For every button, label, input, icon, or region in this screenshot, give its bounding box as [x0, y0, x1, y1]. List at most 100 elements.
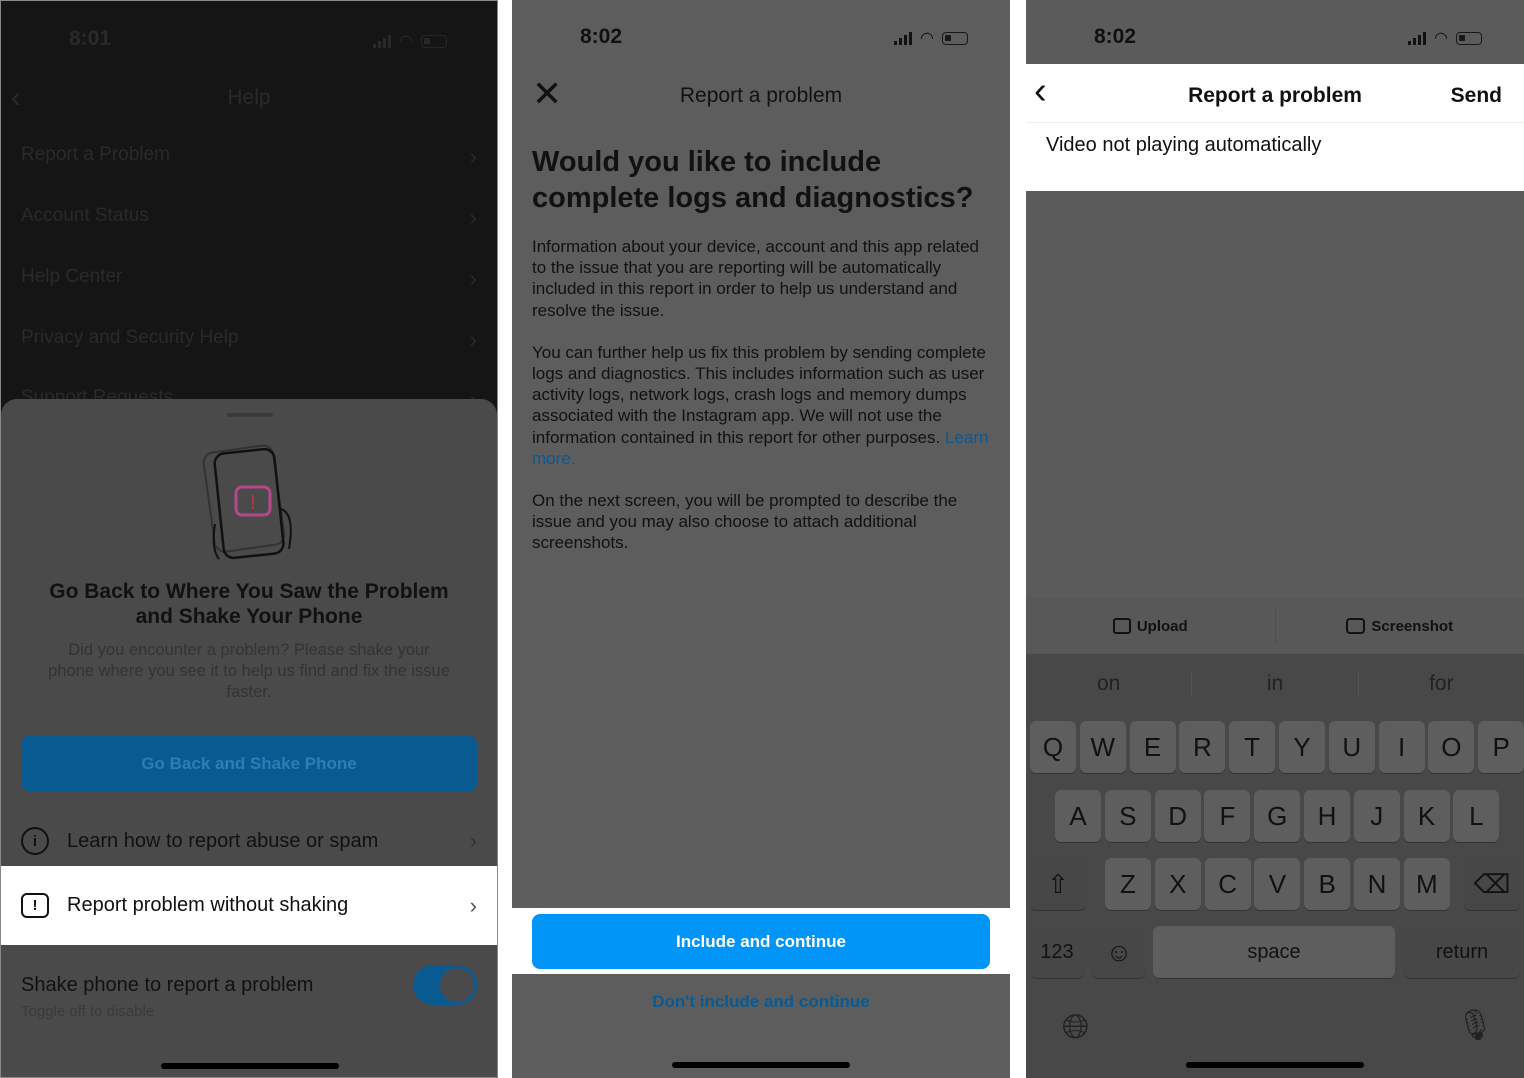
suggestion[interactable]: for — [1359, 672, 1524, 696]
signal-icon — [373, 34, 392, 48]
key-a[interactable]: A — [1055, 790, 1101, 842]
bottom-sheet: ! Go Back to Where You Saw the Problem a… — [1, 399, 497, 1077]
chevron-right-icon: › — [469, 828, 477, 853]
svg-text:!: ! — [250, 492, 256, 514]
home-indicator — [1186, 1062, 1364, 1068]
report-without-shaking-row[interactable]: ! Report problem without shaking › — [1, 866, 497, 945]
key-c[interactable]: C — [1204, 858, 1251, 910]
key-d[interactable]: D — [1154, 790, 1201, 842]
key-v[interactable]: V — [1254, 858, 1301, 910]
dont-include-button[interactable]: Don't include and continue — [512, 992, 1010, 1012]
image-icon — [1112, 618, 1131, 634]
key-w[interactable]: W — [1079, 721, 1126, 773]
chevron-right-icon: › — [469, 266, 477, 291]
delete-key[interactable]: ⌫ — [1464, 858, 1520, 910]
learn-abuse-row[interactable]: i Learn how to report abuse or spam › — [21, 827, 477, 855]
wifi-icon: ◠ — [399, 33, 413, 50]
primary-button-area: Include and continue — [512, 908, 1010, 974]
key-l[interactable]: L — [1453, 790, 1500, 842]
key-y[interactable]: Y — [1279, 721, 1325, 773]
logs-screen: 8:02 ◠ ✕ Report a problem Would you like… — [512, 0, 1010, 1078]
go-back-shake-button[interactable]: Go Back and Shake Phone — [21, 736, 477, 791]
info-icon: i — [21, 827, 49, 855]
status-icons: ◠ — [894, 28, 968, 48]
chevron-right-icon: › — [469, 327, 477, 352]
wifi-icon: ◠ — [920, 30, 934, 47]
divider — [1026, 122, 1524, 123]
send-button[interactable]: Send — [1451, 84, 1502, 108]
signal-icon — [1408, 31, 1427, 45]
numbers-key[interactable]: 123 — [1030, 926, 1084, 978]
upload-label: Upload — [1136, 617, 1188, 635]
key-k[interactable]: K — [1403, 790, 1450, 842]
status-icons: ◠ — [1408, 28, 1482, 48]
suggestion[interactable]: in — [1191, 672, 1359, 696]
return-key[interactable]: return — [1404, 926, 1520, 978]
battery-icon — [1456, 31, 1482, 45]
page-title: Report a problem — [1188, 84, 1362, 107]
shake-toggle[interactable] — [413, 965, 477, 1005]
shake-title: Shake phone to report a problem — [21, 974, 314, 996]
key-t[interactable]: T — [1229, 721, 1276, 773]
battery-icon — [942, 31, 968, 45]
key-n[interactable]: N — [1354, 858, 1400, 910]
shake-phone-illustration: ! — [202, 444, 292, 560]
key-i[interactable]: I — [1378, 721, 1425, 773]
screenshot-label: Screenshot — [1371, 617, 1454, 635]
status-icons: ◠ — [373, 31, 447, 51]
key-m[interactable]: M — [1403, 858, 1450, 910]
globe-icon[interactable]: 🌐︎ — [1062, 1008, 1089, 1047]
menu-label: Account Status — [21, 205, 149, 226]
page-title: Help — [227, 86, 271, 109]
form-header: ‹ Report a problem Send Video not playin… — [1026, 64, 1524, 191]
status-time: 8:01 — [69, 27, 112, 50]
menu-item-account-status[interactable]: Account Status › — [21, 205, 477, 231]
help-screen: 8:01 ◠ ‹ Help Report a Problem › Account … — [0, 0, 498, 1078]
key-x[interactable]: X — [1154, 858, 1201, 910]
shift-key[interactable]: ⇧ — [1030, 858, 1086, 910]
include-continue-button[interactable]: Include and continue — [532, 914, 990, 969]
key-p[interactable]: P — [1478, 721, 1524, 773]
key-b[interactable]: B — [1304, 858, 1351, 910]
sheet-body: Did you encounter a problem? Please shak… — [48, 641, 450, 701]
suggestion[interactable]: on — [1026, 672, 1191, 696]
menu-item-report[interactable]: Report a Problem › — [21, 144, 477, 170]
menu-label: Report a Problem — [21, 144, 170, 165]
problem-text-input[interactable]: Video not playing automatically — [1046, 134, 1321, 157]
key-g[interactable]: G — [1254, 790, 1301, 842]
key-j[interactable]: J — [1353, 790, 1400, 842]
home-indicator — [161, 1063, 339, 1069]
microphone-icon[interactable]: 🎙︎ — [1456, 1008, 1494, 1043]
chevron-right-icon: › — [469, 892, 477, 918]
key-o[interactable]: O — [1428, 721, 1475, 773]
logs-heading: Would you like to include complete logs … — [532, 146, 974, 214]
menu-item-privacy[interactable]: Privacy and Security Help › — [21, 327, 477, 353]
shift-icon: ⇧ — [1047, 868, 1069, 899]
key-z[interactable]: Z — [1105, 858, 1151, 910]
key-r[interactable]: R — [1179, 721, 1226, 773]
paragraph-2-text: You can further help us fix this problem… — [532, 342, 986, 447]
key-s[interactable]: S — [1104, 790, 1151, 842]
camera-icon — [1346, 618, 1366, 634]
sheet-heading: Go Back to Where You Saw the Problem and… — [49, 580, 449, 628]
key-q[interactable]: Q — [1030, 721, 1076, 773]
emoji-icon: ☺ — [1105, 936, 1133, 967]
key-u[interactable]: U — [1328, 721, 1375, 773]
key-f[interactable]: F — [1204, 790, 1251, 842]
status-time: 8:02 — [1094, 25, 1137, 48]
battery-icon — [421, 34, 447, 48]
emoji-key[interactable]: ☺ — [1092, 926, 1146, 978]
menu-item-help-center[interactable]: Help Center › — [21, 266, 477, 292]
report-label: Report problem without shaking — [67, 894, 349, 916]
screenshot-button[interactable]: Screenshot — [1276, 598, 1524, 654]
signal-icon — [894, 31, 913, 45]
toggle-knob — [440, 968, 474, 1002]
key-e[interactable]: E — [1129, 721, 1176, 773]
space-key[interactable]: space — [1153, 926, 1395, 978]
report-form-screen: 8:02 ◠ ‹ Report a problem Send Video not… — [1026, 0, 1524, 1078]
learn-label: Learn how to report abuse or spam — [67, 829, 379, 852]
upload-button[interactable]: Upload — [1026, 598, 1275, 654]
key-h[interactable]: H — [1304, 790, 1350, 842]
report-bubble-icon: ! — [21, 893, 49, 918]
sheet-grabber[interactable] — [227, 413, 273, 417]
